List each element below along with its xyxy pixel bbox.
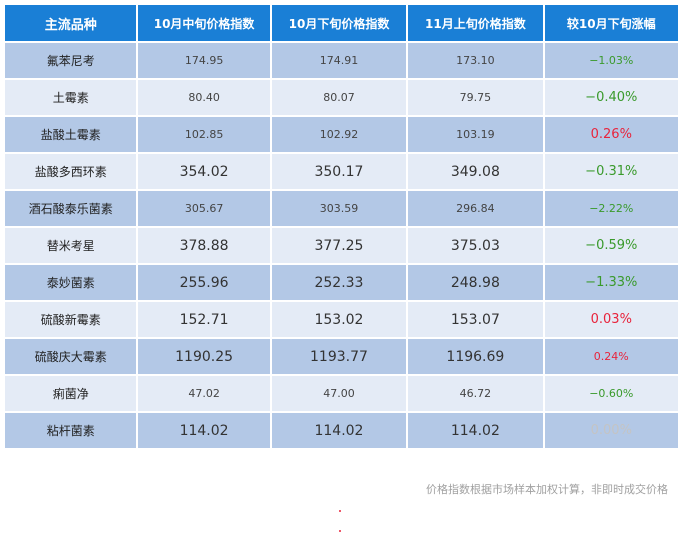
change-cell: 0.00% [544,413,678,448]
header-variety: 主流品种 [5,5,137,41]
early-nov-cell: 296.84 [408,191,543,226]
change-cell: −0.60% [544,376,678,411]
late-oct-cell: 377.25 [271,228,407,263]
table-row: 盐酸土霉素 102.85 102.92 103.19 0.26% [5,117,678,152]
late-oct-cell: 303.59 [271,191,407,226]
variety-cell: 硫酸新霉素 [5,302,137,337]
header-early-nov: 11月上旬价格指数 [408,5,543,41]
variety-cell: 痢菌净 [5,376,137,411]
table-row: 粘杆菌素 114.02 114.02 114.02 0.00% [5,413,678,448]
early-nov-cell: 79.75 [408,80,543,115]
variety-cell: 替米考星 [5,228,137,263]
late-oct-cell: 174.91 [271,43,407,78]
footnote: 价格指数根据市场样本加权计算，非即时成交价格 [426,483,668,496]
table-row: 盐酸多西环素 354.02 350.17 349.08 −0.31% [5,154,678,189]
variety-cell: 泰妙菌素 [5,265,137,300]
mid-oct-cell: 152.71 [138,302,270,337]
mid-oct-cell: 114.02 [138,413,270,448]
table-row: 痢菌净 47.02 47.00 46.72 −0.60% [5,376,678,411]
mid-oct-cell: 378.88 [138,228,270,263]
variety-cell: 盐酸多西环素 [5,154,137,189]
mid-oct-cell: 102.85 [138,117,270,152]
mid-oct-cell: 255.96 [138,265,270,300]
change-cell: 0.24% [544,339,678,374]
early-nov-cell: 153.07 [408,302,543,337]
table-row: 酒石酸泰乐菌素 305.67 303.59 296.84 −2.22% [5,191,678,226]
table-row: 硫酸新霉素 152.71 153.02 153.07 0.03% [5,302,678,337]
table-row: 泰妙菌素 255.96 252.33 248.98 −1.33% [5,265,678,300]
variety-cell: 氟苯尼考 [5,43,137,78]
table-row: 土霉素 80.40 80.07 79.75 −0.40% [5,80,678,115]
change-cell: −0.40% [544,80,678,115]
mid-oct-cell: 47.02 [138,376,270,411]
late-oct-cell: 350.17 [271,154,407,189]
change-cell: −2.22% [544,191,678,226]
late-oct-cell: 114.02 [271,413,407,448]
late-oct-cell: 80.07 [271,80,407,115]
header-mid-oct: 10月中旬价格指数 [138,5,270,41]
change-cell: −1.03% [544,43,678,78]
decorative-dot [339,510,341,512]
early-nov-cell: 248.98 [408,265,543,300]
header-late-oct: 10月下旬价格指数 [271,5,407,41]
mid-oct-cell: 80.40 [138,80,270,115]
table-row: 硫酸庆大霉素 1190.25 1193.77 1196.69 0.24% [5,339,678,374]
mid-oct-cell: 305.67 [138,191,270,226]
late-oct-cell: 153.02 [271,302,407,337]
decorative-dot [339,530,341,532]
early-nov-cell: 1196.69 [408,339,543,374]
early-nov-cell: 46.72 [408,376,543,411]
price-index-table: 主流品种 10月中旬价格指数 10月下旬价格指数 11月上旬价格指数 较10月下… [3,3,680,450]
mid-oct-cell: 1190.25 [138,339,270,374]
header-change: 较10月下旬涨幅 [544,5,678,41]
mid-oct-cell: 354.02 [138,154,270,189]
change-cell: −1.33% [544,265,678,300]
early-nov-cell: 349.08 [408,154,543,189]
table-row: 替米考星 378.88 377.25 375.03 −0.59% [5,228,678,263]
early-nov-cell: 375.03 [408,228,543,263]
late-oct-cell: 47.00 [271,376,407,411]
change-cell: −0.31% [544,154,678,189]
mid-oct-cell: 174.95 [138,43,270,78]
late-oct-cell: 102.92 [271,117,407,152]
early-nov-cell: 103.19 [408,117,543,152]
change-cell: 0.03% [544,302,678,337]
late-oct-cell: 252.33 [271,265,407,300]
table-row: 氟苯尼考 174.95 174.91 173.10 −1.03% [5,43,678,78]
variety-cell: 粘杆菌素 [5,413,137,448]
variety-cell: 盐酸土霉素 [5,117,137,152]
early-nov-cell: 173.10 [408,43,543,78]
late-oct-cell: 1193.77 [271,339,407,374]
table-header-row: 主流品种 10月中旬价格指数 10月下旬价格指数 11月上旬价格指数 较10月下… [5,5,678,41]
variety-cell: 土霉素 [5,80,137,115]
change-cell: −0.59% [544,228,678,263]
variety-cell: 酒石酸泰乐菌素 [5,191,137,226]
change-cell: 0.26% [544,117,678,152]
variety-cell: 硫酸庆大霉素 [5,339,137,374]
early-nov-cell: 114.02 [408,413,543,448]
